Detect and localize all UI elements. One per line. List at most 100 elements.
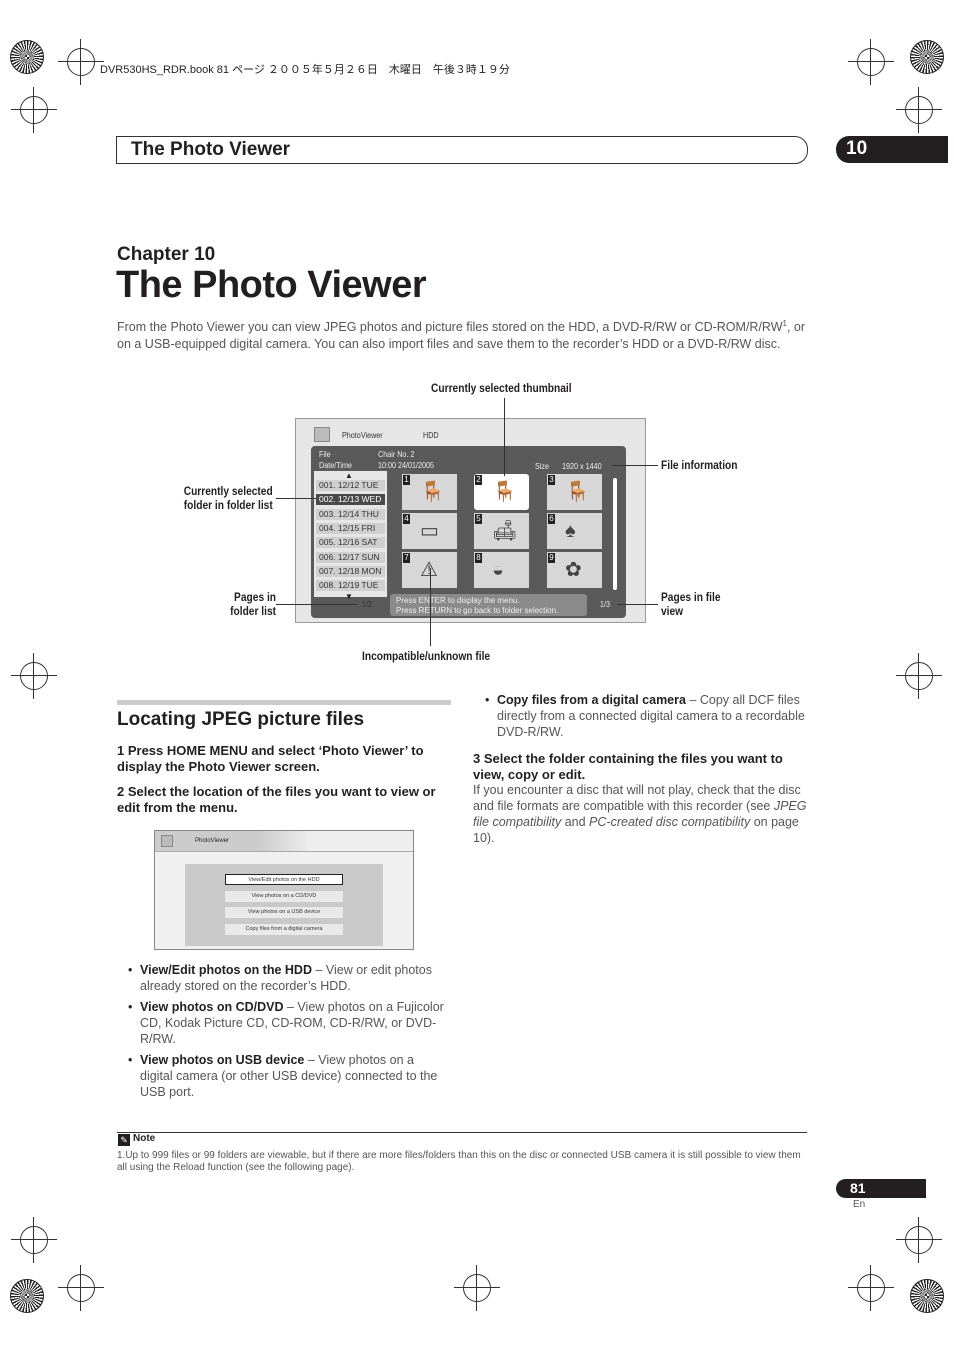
print-header: DVR530HS_RDR.book 81 ページ ２００５年５月２６日 木曜日 … bbox=[100, 64, 510, 76]
folder-list-item[interactable]: 004. 12/15 FRI bbox=[316, 522, 385, 534]
photo-thumbnail[interactable]: 8 ◒ bbox=[474, 552, 529, 588]
photo-thumbnail[interactable]: 4 ▭ bbox=[402, 513, 457, 549]
page-number-tab: 81 bbox=[836, 1179, 926, 1198]
callout-line: folder in folder list bbox=[184, 498, 273, 512]
intro-paragraph: From the Photo Viewer you can view JPEG … bbox=[117, 315, 812, 353]
chapter-label: Chapter 10 bbox=[117, 244, 216, 265]
furniture-image: 🪑 bbox=[565, 481, 590, 503]
text: and bbox=[561, 815, 590, 829]
size-value: 1920 x 1440 bbox=[562, 462, 602, 471]
page-number: 81 bbox=[850, 1180, 866, 1196]
step-1: 1 Press HOME MENU and select ‘Photo View… bbox=[117, 743, 424, 774]
section-rule bbox=[117, 700, 451, 705]
registration-sunburst bbox=[10, 40, 44, 74]
file-pages: 1/3 bbox=[600, 600, 611, 609]
photo-thumbnail[interactable]: 2 🪑 bbox=[474, 474, 529, 510]
folder-list-item[interactable]: 006. 12/17 SUN bbox=[316, 551, 385, 563]
note-pencil-icon: ✎ bbox=[118, 1134, 130, 1146]
note-label: Note bbox=[133, 1133, 156, 1144]
photo-thumbnail[interactable]: 6 ♠ bbox=[547, 513, 602, 549]
language-label: En bbox=[853, 1199, 866, 1210]
file-value: Chair No. 2 bbox=[378, 450, 415, 459]
thumbnail-number: 1 bbox=[403, 475, 410, 485]
file-label: File bbox=[319, 450, 331, 459]
crop-mark bbox=[848, 1265, 894, 1311]
folder-list-item[interactable]: 007. 12/18 MON bbox=[316, 565, 385, 577]
bullet-item: Copy files from a digital camera – Copy … bbox=[485, 692, 807, 740]
thumbnail-number: 2 bbox=[475, 475, 482, 485]
folder-pages: 1/2 bbox=[362, 600, 373, 609]
folder-list-item[interactable]: 005. 12/16 SAT bbox=[316, 537, 385, 549]
screen-app-name: PhotoViewer bbox=[342, 431, 383, 440]
crop-mark bbox=[11, 1217, 57, 1263]
date-value: 10:00 24/01/2005 bbox=[378, 461, 435, 470]
chapter-tab: 10 bbox=[836, 136, 948, 163]
date-label: Date/Time bbox=[319, 461, 352, 470]
callout-folder: Currently selected folder in folder list bbox=[184, 484, 273, 512]
footnote: 1.Up to 999 files or 99 folders are view… bbox=[117, 1150, 801, 1173]
callout-pages-file: Pages in file view bbox=[661, 590, 721, 618]
bullet-term: View/Edit photos on the HDD bbox=[140, 963, 312, 977]
scrollbar[interactable] bbox=[613, 478, 617, 590]
running-header: The Photo Viewer bbox=[116, 136, 808, 164]
crop-mark bbox=[58, 39, 104, 85]
crop-mark bbox=[11, 87, 57, 133]
photo-thumbnail[interactable]: 3 🪑 bbox=[547, 474, 602, 510]
bullet-item: View photos on CD/DVD – View photos on a… bbox=[128, 999, 455, 1047]
photoviewer-icon bbox=[161, 835, 173, 847]
menu-item-copy-camera[interactable]: Copy files from a digital camera bbox=[225, 924, 343, 935]
registration-sunburst bbox=[10, 1279, 44, 1313]
thumbnail-number: 8 bbox=[475, 553, 482, 563]
warning-icon: ⚠ bbox=[420, 559, 438, 581]
bullet-term: Copy files from a digital camera bbox=[497, 693, 686, 707]
manual-page: DVR530HS_RDR.book 81 ページ ２００５年５月２６日 木曜日 … bbox=[0, 0, 954, 1351]
help-line: Press ENTER to display the menu. bbox=[396, 596, 520, 605]
page-title: The Photo Viewer bbox=[116, 264, 427, 306]
folder-list-item[interactable]: 008. 12/19 TUE bbox=[316, 580, 385, 592]
home-menu-screenshot: PhotoViewer View/Edit photos on the HDD … bbox=[154, 830, 414, 950]
registration-sunburst bbox=[910, 40, 944, 74]
crop-mark bbox=[896, 87, 942, 133]
callout-line: Currently selected bbox=[183, 484, 273, 498]
text: If you encounter a disc that will not pl… bbox=[473, 783, 801, 813]
crop-mark bbox=[848, 39, 894, 85]
thumbnail-number: 9 bbox=[548, 553, 555, 563]
menu-item-view-edit-hdd[interactable]: View/Edit photos on the HDD bbox=[225, 874, 343, 885]
furniture-image: ♠ bbox=[565, 520, 576, 542]
registration-sunburst bbox=[910, 1279, 944, 1313]
crop-mark bbox=[454, 1265, 500, 1311]
photoviewer-icon bbox=[314, 427, 330, 442]
thumbnail-number: 5 bbox=[475, 514, 482, 524]
folder-list-item[interactable]: 003. 12/14 THU bbox=[316, 508, 385, 520]
bullet-term: View photos on USB device bbox=[140, 1053, 305, 1067]
scroll-down-icon[interactable]: ▼ bbox=[345, 592, 353, 601]
menu-item-view-cd-dvd[interactable]: View photos on a CD/DVD bbox=[225, 891, 343, 902]
crop-mark bbox=[896, 1217, 942, 1263]
xref: PC-created disc compatibility bbox=[589, 815, 751, 829]
callout-line: Pages in file bbox=[661, 590, 721, 604]
furniture-image: ▭ bbox=[420, 520, 439, 542]
furniture-image: ◒ bbox=[492, 559, 505, 581]
thumbnail-number: 7 bbox=[403, 553, 410, 563]
callout-file-info: File information bbox=[661, 458, 738, 472]
furniture-image: 🪑 bbox=[420, 481, 445, 503]
photo-thumbnail[interactable]: 9 ✿ bbox=[547, 552, 602, 588]
help-line: Press RETURN to go back to folder select… bbox=[396, 606, 559, 615]
bullet-item: View photos on USB device – View photos … bbox=[128, 1052, 445, 1100]
callout-line: view bbox=[661, 604, 684, 618]
note-rule bbox=[117, 1132, 807, 1133]
scroll-up-icon[interactable]: ▲ bbox=[345, 471, 353, 480]
bullet-item: View/Edit photos on the HDD – View or ed… bbox=[128, 962, 455, 994]
photo-thumbnail[interactable]: 1 🪑 bbox=[402, 474, 457, 510]
step-2: 2 Select the location of the files you w… bbox=[117, 784, 436, 815]
callout-thumbnail: Currently selected thumbnail bbox=[431, 381, 572, 395]
folder-list-item[interactable]: 001. 12/12 TUE bbox=[316, 480, 385, 491]
photo-thumbnail[interactable]: 5 🛋 bbox=[474, 513, 529, 549]
menu-item-view-usb[interactable]: View photos on a USB device bbox=[225, 907, 343, 918]
section-title: Locating JPEG picture files bbox=[117, 709, 365, 730]
bullet-term: View photos on CD/DVD bbox=[140, 1000, 284, 1014]
furniture-image: 🪑 bbox=[492, 481, 517, 503]
callout-incompatible: Incompatible/unknown file bbox=[362, 649, 491, 663]
folder-list-item[interactable]: 002. 12/13 WED bbox=[316, 494, 385, 506]
intro-text: From the Photo Viewer you can view JPEG … bbox=[117, 320, 783, 335]
